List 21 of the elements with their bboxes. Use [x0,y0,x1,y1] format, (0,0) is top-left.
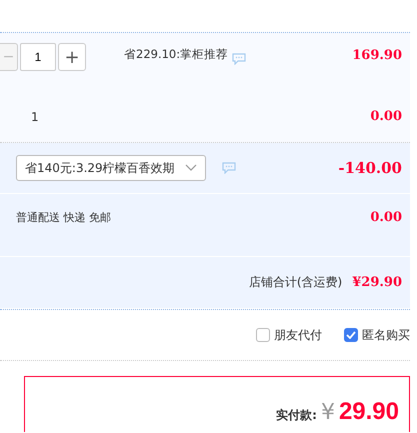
discount-amount: -140.00 [338,159,402,177]
payment-amount: 29.90 [338,398,399,426]
discount-dropdown[interactable]: 省140元:3.29柠檬百香效期 [16,155,206,181]
shipping-label: 普通配送 快递 免邮 [16,210,111,225]
chevron-down-icon [184,164,197,172]
increase-button[interactable]: + [58,43,86,71]
shipping-price: 0.00 [370,210,402,225]
message-icon[interactable] [222,162,236,174]
gift-price: 0.00 [370,109,402,124]
quantity-field[interactable]: 1 [20,43,56,71]
payment-label: 实付款: [276,407,317,424]
item-price: 169.90 [352,48,402,63]
currency-symbol: ¥ [320,400,335,425]
promo-text: 省229.10:掌柜推荐 [124,47,228,62]
checkmark-icon [346,331,356,339]
gift-quantity: 1 [31,110,39,124]
checkbox-option[interactable]: 朋友代付 [256,326,322,344]
shop-total-amount: ¥29.90 [352,275,402,290]
checkbox-option[interactable]: 匿名购买 [344,326,410,344]
shop-total-label: 店铺合计(含运费) [248,274,342,291]
message-icon[interactable] [232,53,246,65]
